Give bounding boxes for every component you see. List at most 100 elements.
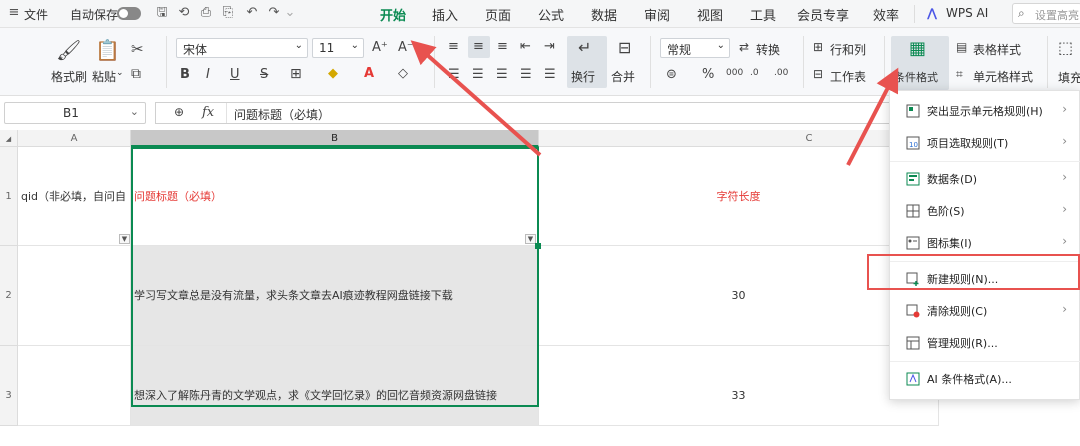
row-col-icon[interactable]: ⊞ bbox=[813, 40, 823, 54]
tab-data[interactable]: 数据 bbox=[591, 5, 617, 24]
border-icon[interactable]: ⊞ bbox=[290, 66, 302, 82]
font-color-icon[interactable]: A bbox=[364, 66, 374, 81]
copy-icon[interactable]: ⧉ bbox=[131, 66, 141, 82]
select-all-corner[interactable]: ◢ bbox=[0, 130, 18, 147]
cell-c1[interactable]: 字符长度 bbox=[539, 147, 939, 246]
menu-item-manage-rules[interactable]: 管理规则(R)... bbox=[890, 329, 1080, 357]
tab-tools[interactable]: 工具 bbox=[750, 5, 776, 24]
tab-review[interactable]: 审阅 bbox=[644, 5, 670, 24]
align-top-icon[interactable]: ≡ bbox=[448, 39, 459, 54]
merge-button[interactable]: 合并 bbox=[611, 68, 635, 85]
convert-button[interactable]: 转换 bbox=[756, 41, 780, 58]
cond-format-button[interactable]: 条件格式 bbox=[894, 69, 938, 85]
menu-item-top-bottom-rules[interactable]: 10 项目选取规则(T) › bbox=[890, 129, 1080, 157]
decrease-decimal-icon[interactable]: .00 bbox=[774, 68, 788, 78]
column-header-a[interactable]: A bbox=[18, 130, 131, 147]
row-header[interactable]: 3 bbox=[0, 346, 18, 426]
tab-home[interactable]: 开始 bbox=[380, 5, 406, 30]
zoom-formula-icon[interactable]: ⊕ bbox=[174, 105, 184, 119]
fill-color-icon[interactable]: ◆ bbox=[328, 66, 338, 81]
cell-b2[interactable]: 学习写文章总是没有流量，求头条文章去AI痕迹教程网盘链接下载 bbox=[131, 246, 539, 346]
share-icon[interactable]: ⟲ bbox=[176, 5, 192, 21]
bold-icon[interactable]: B bbox=[180, 67, 190, 82]
table-style-button[interactable]: 表格样式 bbox=[973, 41, 1021, 58]
align-middle-active[interactable]: ≡ bbox=[468, 36, 490, 58]
cell-style-icon[interactable]: ⌗ bbox=[956, 67, 963, 82]
indent-increase-icon[interactable]: ⇥ bbox=[544, 39, 555, 54]
cell-style-button[interactable]: 单元格样式 bbox=[973, 68, 1033, 85]
font-size-select[interactable]: 11 ⌄ bbox=[312, 38, 364, 58]
indent-decrease-icon[interactable]: ⇤ bbox=[520, 39, 531, 54]
underline-icon[interactable]: U bbox=[230, 67, 240, 82]
cell-c2[interactable]: 30 bbox=[539, 246, 939, 346]
cell-a2[interactable] bbox=[18, 246, 131, 346]
cell-b3[interactable]: 想深入了解陈丹青的文学观点，求《文学回忆录》的回忆音频资源网盘链接 bbox=[131, 346, 539, 426]
clear-format-icon[interactable]: ◇ bbox=[398, 66, 408, 81]
autosave-toggle[interactable] bbox=[117, 7, 141, 20]
align-right-icon[interactable]: ☰ bbox=[496, 67, 508, 82]
strikethrough-icon[interactable]: S̶ bbox=[260, 67, 268, 82]
row-header[interactable]: 1 bbox=[0, 147, 18, 246]
filter-dropdown-icon[interactable]: ▼ bbox=[119, 234, 130, 244]
distributed-icon[interactable]: ☰ bbox=[544, 67, 556, 82]
wrap-button[interactable]: 换行 bbox=[571, 68, 595, 85]
fx-icon[interactable]: fx bbox=[202, 105, 214, 120]
align-left-icon[interactable]: ☰ bbox=[448, 67, 460, 82]
name-box[interactable]: B1 ⌄ bbox=[4, 102, 146, 124]
fill-icon[interactable]: ⬚ bbox=[1058, 38, 1073, 57]
tab-page[interactable]: 页面 bbox=[485, 5, 511, 24]
tab-insert[interactable]: 插入 bbox=[432, 5, 458, 24]
worksheet-icon[interactable]: ⊟ bbox=[813, 67, 823, 81]
font-name-select[interactable]: 宋体 ⌄ bbox=[176, 38, 308, 58]
tab-view[interactable]: 视图 bbox=[697, 5, 723, 24]
fill-handle[interactable] bbox=[535, 243, 541, 249]
paste-icon[interactable]: 📋 bbox=[95, 38, 120, 62]
menu-item-clear-rules[interactable]: 清除规则(C) › bbox=[890, 297, 1080, 325]
format-painter-icon[interactable]: 🖌 bbox=[56, 38, 81, 62]
row-col-button[interactable]: 行和列 bbox=[830, 41, 866, 58]
tab-member[interactable]: 会员专享 bbox=[797, 5, 849, 24]
cell-a1[interactable]: qid（非必填，自问自 bbox=[18, 147, 131, 246]
save-icon[interactable]: 🖫 bbox=[154, 5, 170, 21]
wps-ai-icon[interactable]: ⋀ bbox=[927, 6, 937, 20]
convert-icon[interactable]: ⇄ bbox=[739, 40, 749, 54]
worksheet-button[interactable]: 工作表 bbox=[830, 68, 866, 85]
print-icon[interactable]: ⎙ bbox=[198, 5, 214, 21]
print-preview-icon[interactable]: ⎘ bbox=[220, 5, 236, 21]
menu-item-new-rule[interactable]: 新建规则(N)... bbox=[890, 265, 1080, 293]
redo-dropdown-icon[interactable]: ⌄ bbox=[282, 5, 298, 21]
file-menu[interactable]: 文件 bbox=[24, 6, 48, 23]
thousands-icon[interactable]: 000 bbox=[726, 68, 743, 78]
merge-icon[interactable]: ⊟ bbox=[618, 38, 631, 57]
hamburger-icon[interactable]: ≡ bbox=[6, 5, 22, 21]
align-center-icon[interactable]: ☰ bbox=[472, 67, 484, 82]
redo-icon[interactable]: ↷ bbox=[266, 5, 282, 21]
justify-icon[interactable]: ☰ bbox=[520, 67, 532, 82]
menu-item-highlight-rules[interactable]: 突出显示单元格规则(H) › bbox=[890, 97, 1080, 125]
italic-icon[interactable]: I bbox=[206, 67, 210, 82]
table-style-icon[interactable]: ▤ bbox=[956, 40, 967, 54]
currency-icon[interactable]: ⊜ bbox=[666, 67, 677, 82]
format-painter-button[interactable]: 格式刷 bbox=[51, 68, 87, 85]
search-box[interactable]: ⌕ 设置高亮 bbox=[1012, 3, 1080, 24]
decrease-font-icon[interactable]: A⁻ bbox=[398, 40, 414, 55]
cell-a3[interactable] bbox=[18, 346, 131, 426]
align-bottom-icon[interactable]: ≡ bbox=[497, 39, 508, 54]
cut-icon[interactable]: ✂ bbox=[131, 40, 144, 58]
increase-font-icon[interactable]: A⁺ bbox=[372, 40, 388, 55]
paste-button[interactable]: 粘贴 bbox=[92, 68, 116, 85]
wps-ai-button[interactable]: WPS AI bbox=[946, 6, 988, 20]
percent-icon[interactable]: % bbox=[702, 67, 714, 82]
number-format-select[interactable]: 常规 ⌄ bbox=[660, 38, 730, 58]
increase-decimal-icon[interactable]: .0 bbox=[750, 68, 759, 78]
fill-button[interactable]: 填充 bbox=[1058, 69, 1080, 86]
menu-item-data-bars[interactable]: 数据条(D) › bbox=[890, 165, 1080, 193]
menu-item-ai-cond-format[interactable]: AI 条件格式(A)... bbox=[890, 365, 1080, 393]
paste-dropdown-icon[interactable]: ⌄ bbox=[116, 68, 124, 78]
tab-formula[interactable]: 公式 bbox=[538, 5, 564, 24]
undo-icon[interactable]: ↶ bbox=[244, 5, 260, 21]
tab-efficiency[interactable]: 效率 bbox=[873, 5, 899, 24]
menu-item-icon-sets[interactable]: 图标集(I) › bbox=[890, 229, 1080, 257]
cell-c3[interactable]: 33 bbox=[539, 346, 939, 426]
column-header-b[interactable]: B bbox=[131, 130, 539, 147]
